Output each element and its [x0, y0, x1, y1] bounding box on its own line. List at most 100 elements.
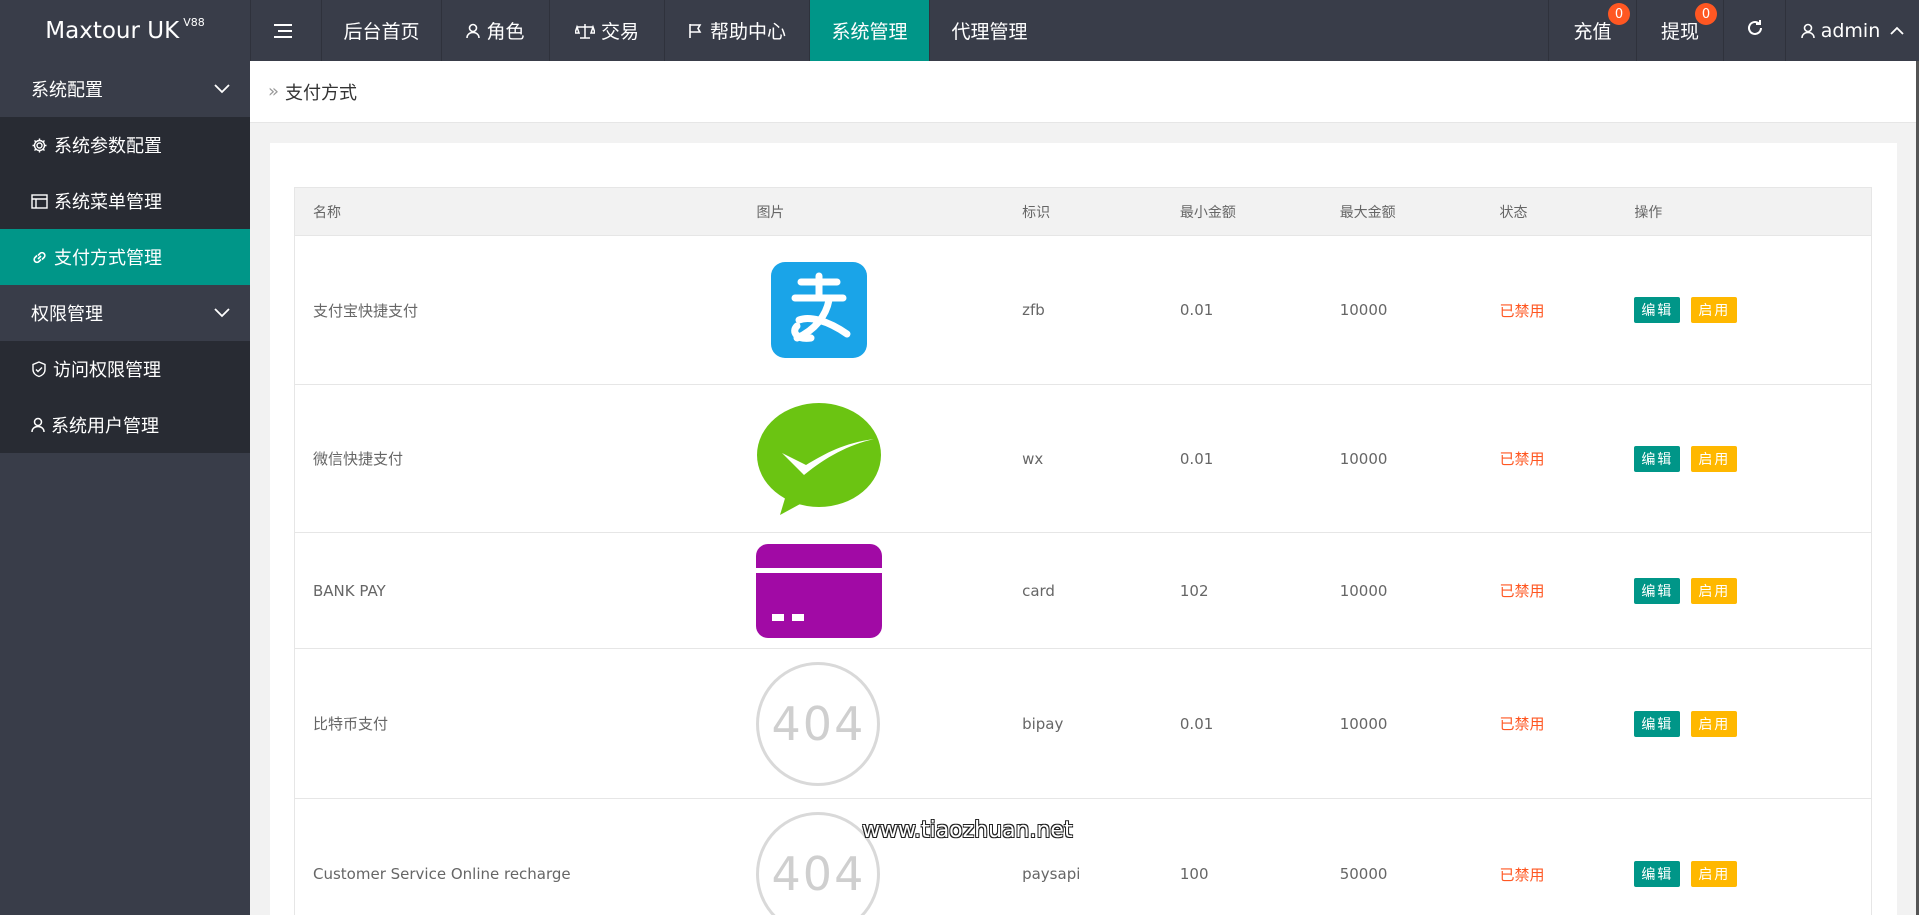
sidebar-item-params[interactable]: 系统参数配置: [0, 117, 250, 173]
cell-actions: 编辑 启用: [1634, 297, 1871, 323]
image-not-found-placeholder: 404: [756, 661, 881, 786]
cell-image: [756, 543, 1022, 638]
logo-text: Maxtour UK: [45, 17, 180, 44]
nav-agent-label: 代理管理: [951, 21, 1028, 43]
enable-button[interactable]: 启用: [1691, 710, 1738, 737]
watermark: www.tiaozhuan.net: [862, 818, 1073, 843]
user-icon: [31, 417, 45, 433]
alipay-logo-icon: [771, 262, 868, 358]
user-icon: [466, 23, 481, 39]
shield-icon: [31, 360, 47, 378]
edit-button[interactable]: 编辑: [1634, 861, 1681, 887]
sidebar-item-users[interactable]: 系统用户管理: [0, 397, 250, 453]
nav-trade-label: 交易: [600, 21, 639, 43]
nav-home-label: 后台首页: [343, 21, 420, 43]
enable-button[interactable]: 启用: [1691, 577, 1738, 604]
hamburger-icon: [274, 23, 292, 39]
nav-system-label: 系统管理: [831, 21, 908, 43]
nav-roles[interactable]: 角色: [441, 0, 549, 61]
bank-card-icon: [756, 543, 883, 638]
cell-max: 10000: [1339, 581, 1388, 600]
sidebar-group-label: 权限管理: [31, 304, 103, 325]
table-row: 微信快捷支付 wx 0.01 10000 已禁用 编辑 启用: [295, 385, 1871, 533]
cell-name: Customer Service Online recharge: [313, 865, 571, 883]
sidebar-item-access[interactable]: 访问权限管理: [0, 341, 250, 397]
recharge-label: 充值: [1573, 21, 1612, 43]
edit-button[interactable]: 编辑: [1634, 297, 1681, 323]
payment-methods-table: 名称 图片 标识 最小金额 最大金额 状态 操作 支付宝快捷支付 zfb 0.0…: [294, 187, 1872, 915]
refresh-button[interactable]: [1723, 0, 1785, 61]
top-header: Maxtour UK V88 后台首页 角色 交易 帮助中心 系统管理 代理管理…: [0, 0, 1919, 61]
cell-max: 10000: [1339, 301, 1388, 319]
window-icon: [31, 193, 48, 209]
enable-button[interactable]: 启用: [1691, 861, 1738, 887]
nav-trade[interactable]: 交易: [549, 0, 664, 61]
cell-min: 0.01: [1179, 301, 1214, 319]
table-header: 名称 图片 标识 最小金额 最大金额 状态 操作: [295, 188, 1871, 236]
cell-actions: 编辑 启用: [1634, 861, 1871, 887]
cell-min: 0.01: [1179, 449, 1214, 468]
chevron-up-icon: [1890, 26, 1904, 35]
table-row: Customer Service Online recharge 404 pay…: [295, 799, 1871, 915]
user-menu[interactable]: admin: [1785, 0, 1919, 61]
nav-agent[interactable]: 代理管理: [929, 0, 1049, 61]
refresh-icon: [1746, 19, 1764, 42]
right-nav: 充值 0 提现 0 admin: [1548, 0, 1919, 61]
sidebar-item-label: 支付方式管理: [54, 248, 162, 269]
sidebar-group-permissions[interactable]: 权限管理: [0, 285, 250, 341]
withdraw-button[interactable]: 提现 0: [1636, 0, 1723, 61]
chevron-down-icon: [214, 84, 230, 94]
sidebar-item-label: 访问权限管理: [53, 360, 161, 381]
recharge-button[interactable]: 充值 0: [1548, 0, 1636, 61]
nav-system[interactable]: 系统管理: [809, 0, 929, 61]
link-icon: [31, 249, 48, 266]
col-image: 图片: [756, 204, 785, 221]
page-title: 支付方式: [285, 82, 358, 104]
nav-home[interactable]: 后台首页: [321, 0, 441, 61]
logo-version: V88: [183, 16, 205, 29]
cell-min: 102: [1179, 581, 1209, 600]
status-badge: 已禁用: [1499, 301, 1545, 320]
cell-code: wx: [1022, 449, 1044, 468]
withdraw-label: 提现: [1660, 21, 1699, 43]
col-min: 最小金额: [1179, 204, 1236, 221]
recharge-badge: 0: [1608, 3, 1630, 25]
wechat-logo-icon: [756, 401, 882, 517]
col-actions: 操作: [1634, 204, 1663, 221]
sidebar-group-system-config[interactable]: 系统配置: [0, 61, 250, 117]
cell-code: zfb: [1022, 301, 1045, 319]
enable-button[interactable]: 启用: [1691, 297, 1738, 323]
sidebar: 系统配置 系统参数配置 系统菜单管理 支付方式管理 权限管理 访问权限管理 系统…: [0, 61, 250, 915]
sidebar-item-label: 系统菜单管理: [54, 192, 162, 213]
cell-actions: 编辑 启用: [1634, 710, 1871, 737]
edit-button[interactable]: 编辑: [1634, 445, 1681, 472]
edit-button[interactable]: 编辑: [1634, 710, 1681, 737]
sidebar-submenu-system-config: 系统参数配置 系统菜单管理 支付方式管理: [0, 117, 250, 285]
nav-roles-label: 角色: [486, 21, 525, 43]
sidebar-item-label: 系统参数配置: [54, 136, 162, 157]
menu-toggle-button[interactable]: [250, 0, 321, 61]
sidebar-group-label: 系统配置: [31, 80, 103, 101]
cell-name: 支付宝快捷支付: [313, 301, 419, 320]
sidebar-item-payment-methods[interactable]: 支付方式管理: [0, 229, 250, 285]
cell-code: card: [1022, 581, 1055, 600]
cell-image: [756, 262, 1022, 358]
cell-max: 50000: [1339, 865, 1388, 883]
sidebar-item-label: 系统用户管理: [51, 416, 159, 437]
edit-button[interactable]: 编辑: [1634, 577, 1681, 604]
logo[interactable]: Maxtour UK V88: [0, 0, 250, 61]
top-nav: 后台首页 角色 交易 帮助中心 系统管理 代理管理: [250, 0, 1049, 61]
cell-max: 10000: [1339, 714, 1388, 733]
status-badge: 已禁用: [1499, 450, 1545, 468]
table-row: 比特币支付 404 bipay 0.01 10000 已禁用 编辑 启用: [295, 649, 1871, 799]
user-icon: [1800, 23, 1815, 39]
nav-help-label: 帮助中心: [709, 21, 786, 43]
user-name: admin: [1820, 19, 1881, 42]
enable-button[interactable]: 启用: [1691, 445, 1738, 472]
nav-help[interactable]: 帮助中心: [664, 0, 809, 61]
gear-icon: [31, 137, 48, 154]
cell-image: [756, 401, 1022, 517]
cell-name: 比特币支付: [313, 715, 389, 733]
sidebar-item-menus[interactable]: 系统菜单管理: [0, 173, 250, 229]
content-card: 名称 图片 标识 最小金额 最大金额 状态 操作 支付宝快捷支付 zfb 0.0…: [270, 143, 1897, 915]
